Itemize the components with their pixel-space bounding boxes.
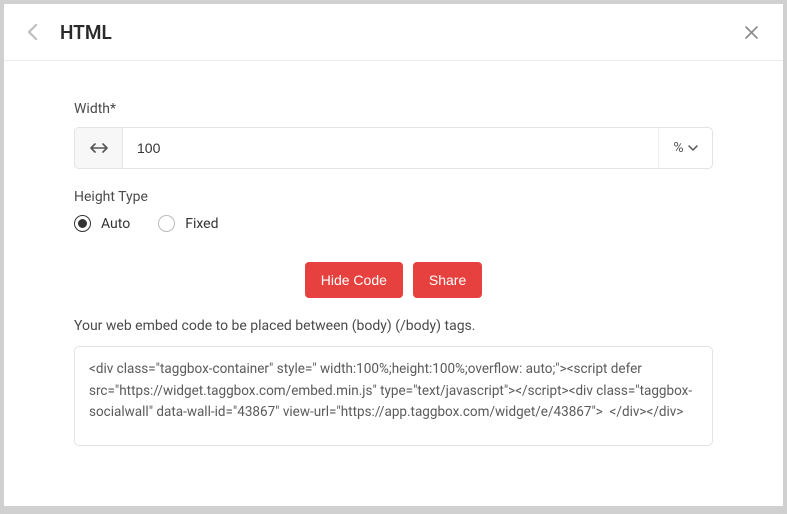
modal-content: Width* % Height Type Auto Fixed Hide Cod: [4, 61, 783, 506]
button-row: Hide Code Share: [74, 262, 713, 298]
close-button[interactable]: [739, 20, 763, 44]
radio-label-fixed: Fixed: [185, 216, 218, 232]
radio-option-fixed[interactable]: Fixed: [158, 215, 218, 232]
close-icon: [744, 25, 759, 40]
horizontal-arrows-icon: [90, 142, 108, 154]
height-type-radio-group: Auto Fixed: [74, 215, 713, 232]
back-button[interactable]: [18, 18, 46, 46]
modal-header: HTML: [4, 4, 783, 61]
width-input-group: %: [74, 127, 713, 169]
embed-help-text: Your web embed code to be placed between…: [74, 318, 713, 334]
modal-title: HTML: [60, 21, 112, 44]
radio-label-auto: Auto: [101, 216, 130, 232]
chevron-down-icon: [688, 145, 698, 151]
unit-selected-label: %: [673, 140, 683, 156]
embed-code-textarea[interactable]: [74, 346, 713, 446]
width-icon-prefix: [75, 128, 123, 168]
chevron-left-icon: [27, 23, 38, 41]
modal-frame: HTML Width* % Height Type Auto Fixe: [4, 4, 783, 506]
width-label: Width*: [74, 101, 713, 117]
hide-code-button[interactable]: Hide Code: [305, 262, 403, 298]
width-input[interactable]: [123, 128, 658, 168]
radio-option-auto[interactable]: Auto: [74, 215, 130, 232]
unit-select[interactable]: %: [658, 128, 712, 168]
radio-indicator: [158, 215, 175, 232]
radio-indicator: [74, 215, 91, 232]
height-type-label: Height Type: [74, 189, 713, 205]
share-button[interactable]: Share: [413, 262, 482, 298]
